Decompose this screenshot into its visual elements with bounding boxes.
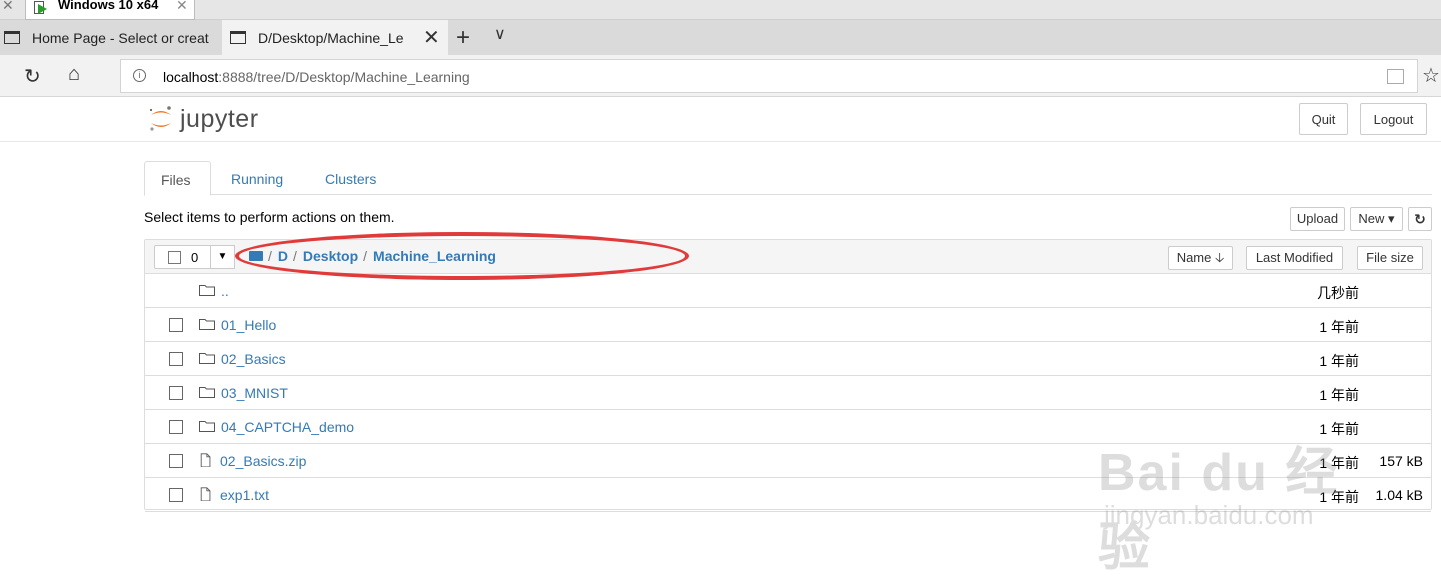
select-all-checkbox[interactable] bbox=[168, 251, 181, 264]
page-icon bbox=[230, 31, 246, 44]
dashboard-tabs: Files Running Clusters bbox=[144, 161, 1432, 196]
annotation-ellipse bbox=[235, 232, 689, 280]
file-modified: 几秒前 bbox=[1317, 285, 1359, 301]
jupyter-logo-icon bbox=[149, 106, 171, 131]
table-row[interactable]: .. 几秒前 bbox=[145, 274, 1431, 308]
vm-close-icon[interactable]: ✕ bbox=[2, 0, 14, 14]
file-modified: 1 年前 bbox=[1319, 421, 1359, 437]
row-checkbox[interactable] bbox=[169, 420, 183, 434]
browser-tab-label: D/Desktop/Machine_Le bbox=[258, 29, 404, 46]
selection-hint: Select items to perform actions on them. bbox=[144, 209, 395, 225]
row-checkbox[interactable] bbox=[169, 352, 183, 366]
home-icon[interactable]: ⌂ bbox=[68, 63, 80, 86]
row-checkbox[interactable] bbox=[169, 454, 183, 468]
url-host: localhost bbox=[163, 69, 219, 85]
file-modified: 1 年前 bbox=[1319, 387, 1359, 403]
vm-tab-strip: ✕ Windows 10 x64 ✕ bbox=[0, 0, 1441, 20]
browser-tab-active[interactable]: D/Desktop/Machine_Le ✕ bbox=[222, 20, 448, 55]
row-checkbox[interactable] bbox=[169, 488, 183, 502]
select-menu-dropdown[interactable]: ▼ bbox=[210, 245, 235, 269]
vm-tab-close-icon[interactable]: ✕ bbox=[176, 0, 188, 14]
new-tab-icon[interactable]: + bbox=[456, 24, 470, 52]
address-input[interactable]: i localhost:8888/tree/D/Desktop/Machine_… bbox=[120, 59, 1418, 93]
tab-files[interactable]: Files bbox=[144, 161, 211, 196]
tab-running[interactable]: Running bbox=[215, 161, 299, 195]
file-icon bbox=[200, 487, 211, 501]
table-row[interactable]: 01_Hello 1 年前 bbox=[145, 308, 1431, 342]
row-checkbox[interactable] bbox=[169, 386, 183, 400]
folder-icon bbox=[199, 285, 215, 296]
file-name-link[interactable]: 03_MNIST bbox=[221, 385, 288, 401]
file-name-link[interactable]: 02_Basics bbox=[221, 351, 286, 367]
file-size: 1.04 kB bbox=[1375, 487, 1423, 503]
file-name-link[interactable]: 01_Hello bbox=[221, 317, 276, 333]
vm-play-icon bbox=[34, 1, 47, 14]
file-modified: 1 年前 bbox=[1319, 319, 1359, 335]
quit-button[interactable]: Quit bbox=[1299, 103, 1348, 135]
row-checkbox[interactable] bbox=[169, 318, 183, 332]
close-tab-icon[interactable]: ✕ bbox=[423, 25, 440, 50]
reading-view-icon[interactable] bbox=[1387, 69, 1404, 84]
favorite-star-icon[interactable]: ☆ bbox=[1422, 63, 1440, 88]
file-name-link[interactable]: exp1.txt bbox=[220, 487, 269, 503]
folder-icon bbox=[199, 421, 215, 432]
select-all-control[interactable]: 0 bbox=[154, 245, 211, 269]
sort-last-modified-button[interactable]: Last Modified bbox=[1246, 246, 1343, 270]
table-row[interactable]: 03_MNIST 1 年前 bbox=[145, 376, 1431, 410]
file-list-header: 0 ▼ / D / Desktop / Machine_Learning Nam… bbox=[145, 232, 1431, 280]
tab-clusters[interactable]: Clusters bbox=[309, 161, 392, 195]
folder-icon bbox=[199, 319, 215, 330]
new-button[interactable]: New ▾ bbox=[1350, 207, 1403, 231]
folder-icon bbox=[199, 387, 215, 398]
jupyter-wordmark: jupyter bbox=[180, 104, 259, 133]
refresh-icon[interactable]: ↻ bbox=[24, 64, 41, 89]
selected-count: 0 bbox=[191, 250, 199, 265]
refresh-list-button[interactable]: ↻ bbox=[1408, 207, 1432, 231]
logout-button[interactable]: Logout bbox=[1360, 103, 1427, 135]
folder-icon bbox=[199, 353, 215, 364]
jupyter-header: jupyter Quit Logout bbox=[0, 98, 1441, 142]
table-row[interactable]: exp1.txt 1 年前 1.04 kB bbox=[145, 478, 1431, 512]
upload-button[interactable]: Upload bbox=[1290, 207, 1345, 231]
file-modified: 1 年前 bbox=[1319, 353, 1359, 369]
jupyter-logo[interactable]: jupyter bbox=[148, 103, 259, 135]
table-row[interactable]: 02_Basics 1 年前 bbox=[145, 342, 1431, 376]
address-bar-area: ↻ ⌂ i localhost:8888/tree/D/Desktop/Mach… bbox=[0, 55, 1441, 97]
url-path: :8888/tree/D/Desktop/Machine_Learning bbox=[218, 69, 470, 85]
file-icon bbox=[200, 453, 211, 467]
chevron-down-icon[interactable]: ∨ bbox=[494, 24, 506, 44]
file-name-link[interactable]: 04_CAPTCHA_demo bbox=[221, 419, 354, 435]
browser-tab-home[interactable]: Home Page - Select or creat bbox=[4, 20, 217, 55]
browser-tab-bar: Home Page - Select or creat D/Desktop/Ma… bbox=[0, 20, 1441, 55]
info-icon[interactable]: i bbox=[133, 69, 146, 82]
url-text: localhost:8888/tree/D/Desktop/Machine_Le… bbox=[163, 69, 470, 85]
table-row[interactable]: 04_CAPTCHA_demo 1 年前 bbox=[145, 410, 1431, 444]
vm-tab[interactable]: Windows 10 x64 ✕ bbox=[25, 0, 195, 20]
file-name-link[interactable]: .. bbox=[221, 283, 229, 299]
table-row[interactable]: 02_Basics.zip 1 年前 157 kB bbox=[145, 444, 1431, 478]
vm-tab-label: Windows 10 x64 bbox=[58, 0, 159, 12]
page-icon bbox=[4, 31, 20, 44]
file-size: 157 kB bbox=[1379, 453, 1423, 469]
browser-tab-label: Home Page - Select or creat bbox=[32, 29, 209, 46]
file-list: 0 ▼ / D / Desktop / Machine_Learning Nam… bbox=[144, 232, 1432, 512]
file-name-link[interactable]: 02_Basics.zip bbox=[220, 453, 306, 469]
sort-name-button[interactable]: Name 🡣 bbox=[1168, 246, 1233, 270]
sort-file-size-button[interactable]: File size bbox=[1357, 246, 1423, 270]
